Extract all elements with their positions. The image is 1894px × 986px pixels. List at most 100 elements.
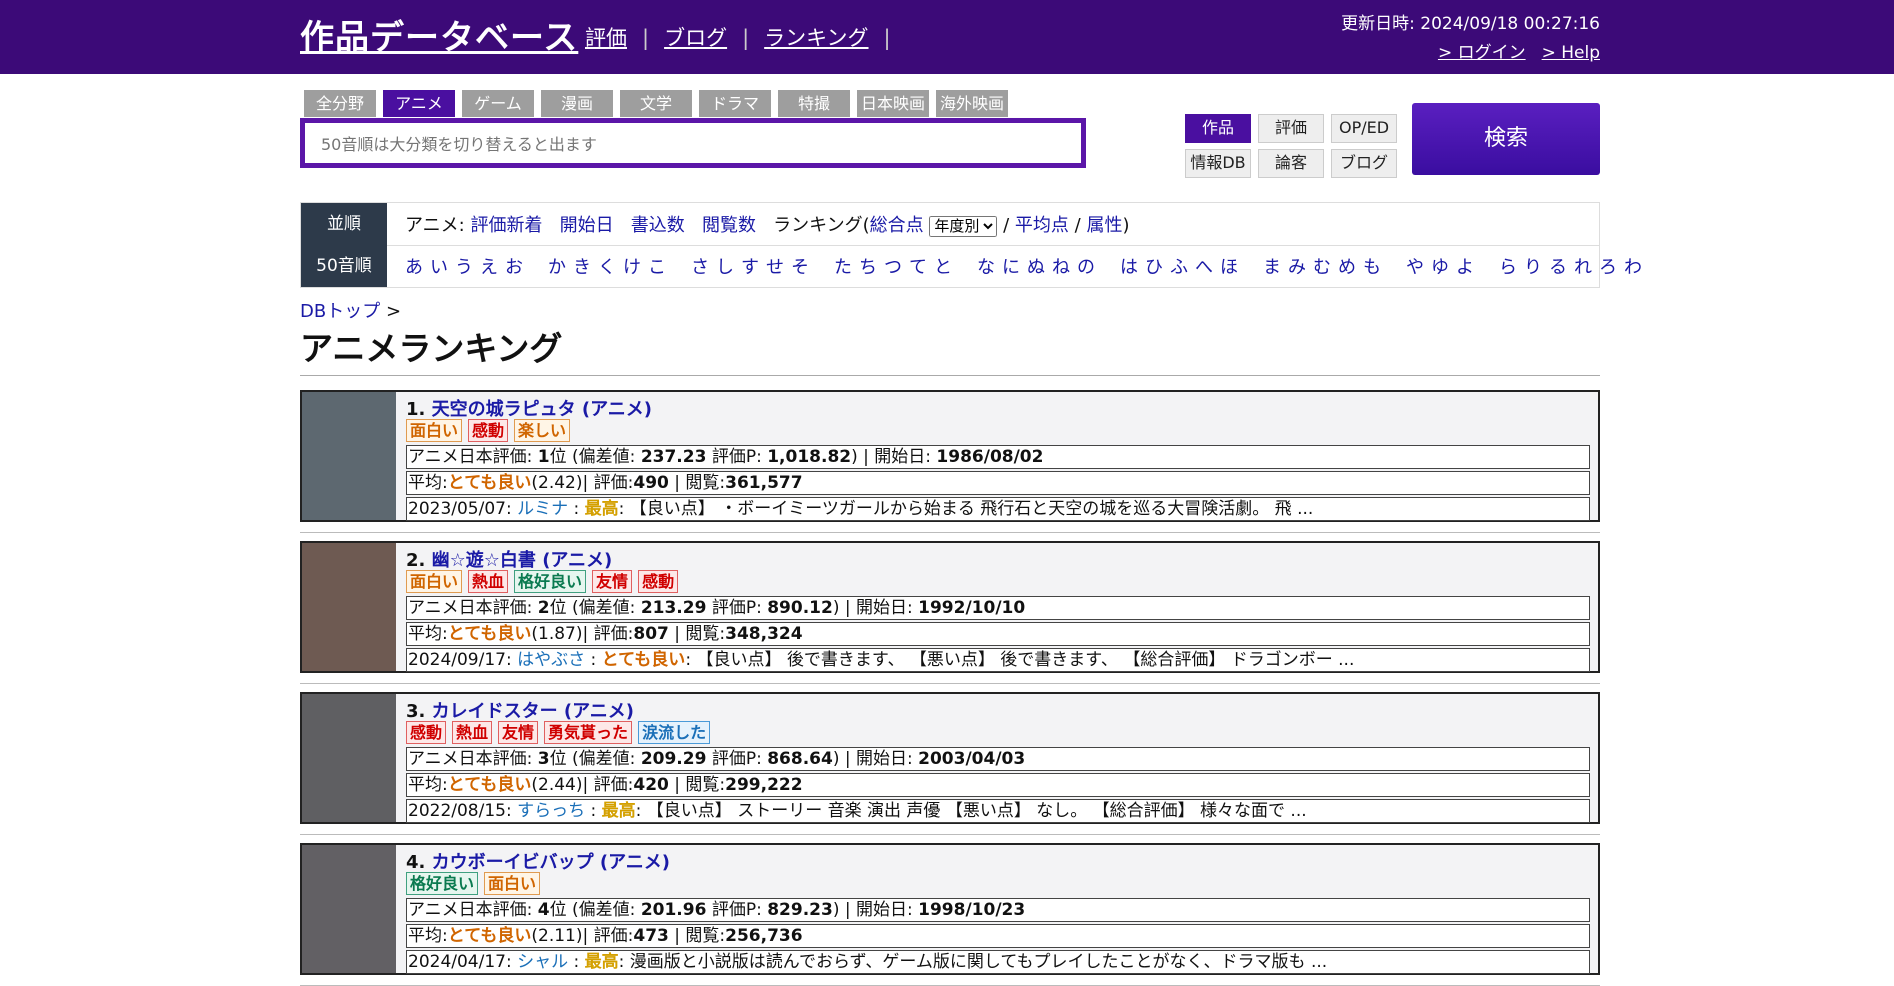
kana-link[interactable]: と xyxy=(934,257,952,278)
kana-link[interactable]: さ xyxy=(691,257,709,278)
kana-link[interactable]: く xyxy=(598,257,616,278)
attribute-tag[interactable]: 感動 xyxy=(468,419,509,442)
kana-link[interactable]: ひ xyxy=(1145,257,1163,278)
attribute-tag[interactable]: 格好良い xyxy=(406,872,479,895)
kana-link[interactable]: め xyxy=(1338,257,1356,278)
attribute-tag[interactable]: 涙流した xyxy=(638,721,711,744)
attribute-tag[interactable]: 友情 xyxy=(498,721,539,744)
thumbnail-image[interactable] xyxy=(302,392,396,520)
kana-link[interactable]: た xyxy=(834,257,852,278)
reviewer-link[interactable]: ルミナ xyxy=(517,499,568,519)
nav-link-blog[interactable]: ブログ xyxy=(664,26,727,50)
kana-link[interactable]: る xyxy=(1549,257,1567,278)
attribute-tag[interactable]: 熱血 xyxy=(452,721,493,744)
kana-link[interactable]: れ xyxy=(1574,257,1592,278)
kana-link[interactable]: こ xyxy=(648,257,666,278)
kana-link[interactable]: い xyxy=(430,257,448,278)
kana-link[interactable]: か xyxy=(548,257,566,278)
search-type-button[interactable]: OP/ED xyxy=(1331,114,1397,143)
work-title-link[interactable]: 幽☆遊☆白書 (アニメ) xyxy=(432,550,613,571)
category-tab[interactable]: 特撮 xyxy=(778,90,850,117)
category-tab[interactable]: ゲーム xyxy=(462,90,534,117)
kana-link[interactable]: わ xyxy=(1624,257,1642,278)
thumbnail-image[interactable] xyxy=(302,845,396,973)
attribute-tag[interactable]: 面白い xyxy=(406,570,463,593)
category-tab[interactable]: 海外映画 xyxy=(936,90,1008,117)
kana-link[interactable]: む xyxy=(1313,257,1331,278)
attribute-tag[interactable]: 面白い xyxy=(406,419,463,442)
kana-link[interactable]: は xyxy=(1120,257,1138,278)
category-tab[interactable]: ドラマ xyxy=(699,90,771,117)
kana-link[interactable]: し xyxy=(716,257,734,278)
help-link[interactable]: > Help xyxy=(1542,43,1600,63)
category-tab[interactable]: 漫画 xyxy=(541,90,613,117)
category-tab[interactable]: アニメ xyxy=(383,90,455,117)
kana-link[interactable]: へ xyxy=(1195,257,1213,278)
kana-link[interactable]: み xyxy=(1288,257,1306,278)
kana-link[interactable]: お xyxy=(505,257,523,278)
sort-link-start-date[interactable]: 開始日 xyxy=(560,215,614,236)
sort-link-new-reviews[interactable]: 評価新着 xyxy=(470,215,542,236)
kana-link[interactable]: そ xyxy=(791,257,809,278)
kana-link[interactable]: ま xyxy=(1263,257,1281,278)
search-type-button[interactable]: 論客 xyxy=(1258,149,1324,178)
kana-link[interactable]: ら xyxy=(1499,257,1517,278)
kana-link[interactable]: ゆ xyxy=(1431,257,1449,278)
kana-link[interactable]: つ xyxy=(884,257,902,278)
site-logo[interactable]: 作品データベース xyxy=(300,10,578,59)
sort-link-average[interactable]: 平均点 xyxy=(1015,215,1069,236)
kana-link[interactable]: す xyxy=(741,257,759,278)
kana-link[interactable]: せ xyxy=(766,257,784,278)
category-tab[interactable]: 文学 xyxy=(620,90,692,117)
work-title-link[interactable]: 天空の城ラピュタ (アニメ) xyxy=(432,399,652,420)
reviewer-link[interactable]: はやぶさ xyxy=(517,650,585,670)
attribute-tag[interactable]: 熱血 xyxy=(468,570,509,593)
kana-link[interactable]: よ xyxy=(1456,257,1474,278)
sort-link-total[interactable]: 総合点 xyxy=(870,215,924,236)
search-type-button[interactable]: 評価 xyxy=(1258,114,1324,143)
nav-link-reviews[interactable]: 評価 xyxy=(585,26,627,50)
kana-link[interactable]: に xyxy=(1002,257,1020,278)
work-title-link[interactable]: カレイドスター (アニメ) xyxy=(432,701,634,722)
breadcrumb-db-top[interactable]: DBトップ xyxy=(300,301,380,322)
kana-link[interactable]: ふ xyxy=(1170,257,1188,278)
search-button[interactable]: 検索 xyxy=(1412,103,1600,175)
kana-link[interactable]: や xyxy=(1406,257,1424,278)
kana-link[interactable]: え xyxy=(480,257,498,278)
attribute-tag[interactable]: 楽しい xyxy=(514,419,571,442)
reviewer-link[interactable]: シャル xyxy=(517,952,568,972)
kana-link[interactable]: な xyxy=(977,257,995,278)
attribute-tag[interactable]: 勇気貰った xyxy=(544,721,633,744)
login-link[interactable]: > ログイン xyxy=(1438,43,1526,63)
sort-link-post-count[interactable]: 書込数 xyxy=(631,215,685,236)
kana-link[interactable]: う xyxy=(455,257,473,278)
search-type-button[interactable]: ブログ xyxy=(1331,149,1397,178)
reviewer-link[interactable]: すらっち xyxy=(517,801,585,821)
attribute-tag[interactable]: 感動 xyxy=(638,570,679,593)
sort-link-view-count[interactable]: 閲覧数 xyxy=(702,215,756,236)
kana-link[interactable]: き xyxy=(573,257,591,278)
year-select[interactable]: 年度別 xyxy=(929,216,998,237)
attribute-tag[interactable]: 感動 xyxy=(406,721,447,744)
thumbnail-image[interactable] xyxy=(302,543,396,671)
kana-link[interactable]: け xyxy=(623,257,641,278)
kana-link[interactable]: あ xyxy=(405,257,423,278)
kana-link[interactable]: ね xyxy=(1052,257,1070,278)
kana-link[interactable]: て xyxy=(909,257,927,278)
kana-link[interactable]: ぬ xyxy=(1027,257,1045,278)
search-type-button[interactable]: 情報DB xyxy=(1185,149,1251,178)
kana-link[interactable]: ろ xyxy=(1599,257,1617,278)
kana-link[interactable]: ほ xyxy=(1220,257,1238,278)
nav-link-ranking[interactable]: ランキング xyxy=(764,26,868,50)
category-tab[interactable]: 日本映画 xyxy=(857,90,929,117)
search-input[interactable] xyxy=(319,124,1063,164)
kana-link[interactable]: り xyxy=(1524,257,1542,278)
kana-link[interactable]: も xyxy=(1363,257,1381,278)
sort-link-attribute[interactable]: 属性 xyxy=(1086,215,1122,236)
thumbnail-image[interactable] xyxy=(302,694,396,822)
category-tab[interactable]: 全分野 xyxy=(304,90,376,117)
attribute-tag[interactable]: 面白い xyxy=(484,872,541,895)
attribute-tag[interactable]: 友情 xyxy=(592,570,633,593)
work-title-link[interactable]: カウボーイビバップ (アニメ) xyxy=(432,852,670,873)
search-type-button[interactable]: 作品 xyxy=(1185,114,1251,143)
